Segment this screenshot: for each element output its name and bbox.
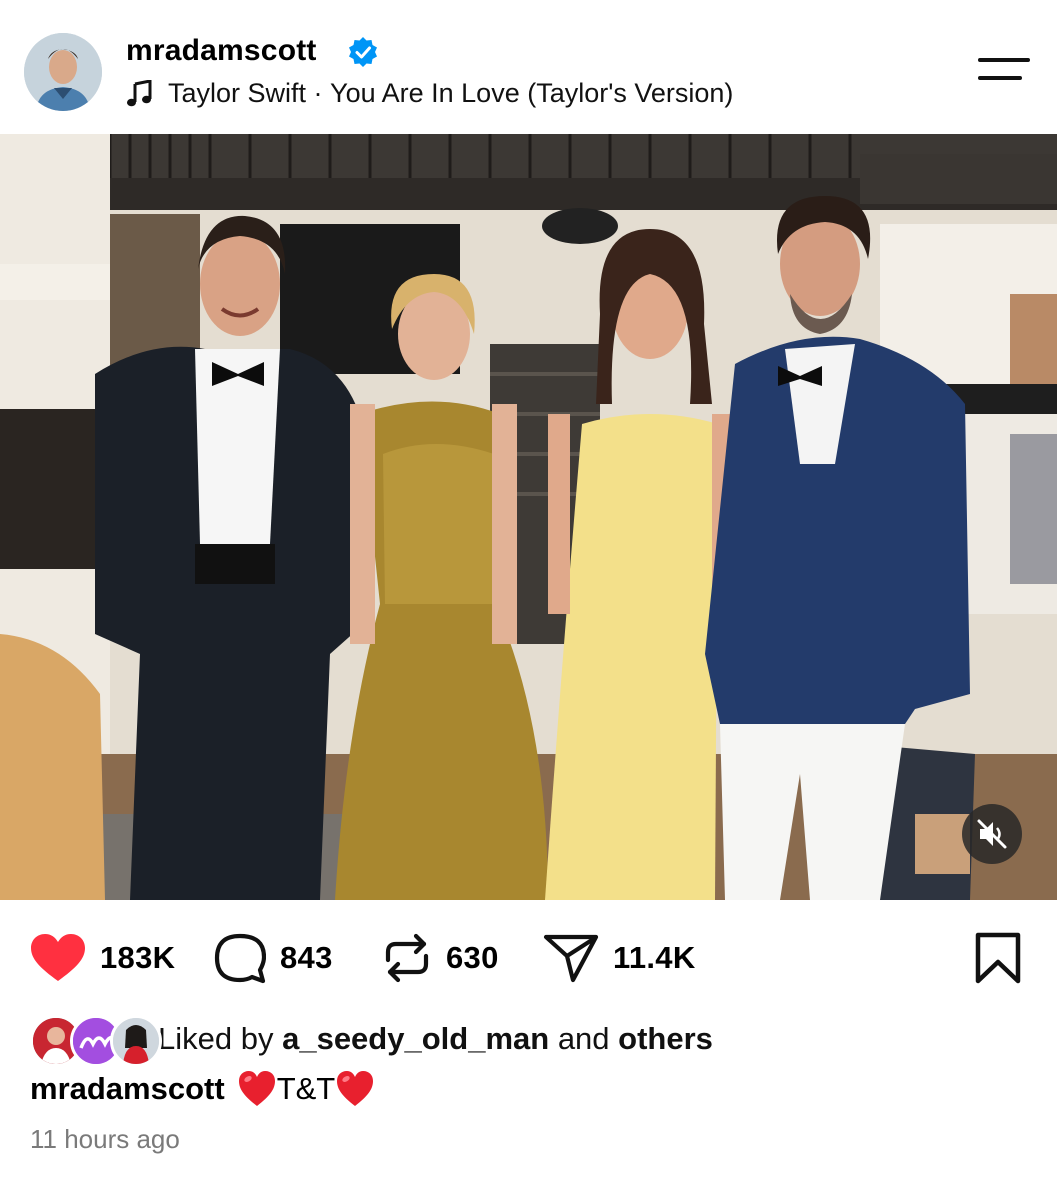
- heart-filled-icon: [31, 934, 85, 981]
- post-timestamp: 11 hours ago: [30, 1124, 180, 1154]
- caption-text: T&T: [276, 1071, 336, 1106]
- liker-avatars: [30, 1014, 162, 1067]
- post-photo[interactable]: [0, 134, 1057, 900]
- post-header: mradamscott Taylor Swift · You Are In Lo…: [0, 0, 1057, 134]
- liked-by-middle: and: [557, 1021, 610, 1056]
- red-heart-emoji-icon: [337, 1071, 374, 1106]
- like-count: 183K: [100, 940, 176, 975]
- username[interactable]: mradamscott: [126, 34, 317, 68]
- share-count: 11.4K: [613, 940, 696, 975]
- liked-by-user[interactable]: a_seedy_old_man: [282, 1021, 549, 1056]
- liker-avatar: [110, 1015, 162, 1067]
- repost-count: 630: [446, 940, 499, 975]
- bookmark-icon[interactable]: [974, 932, 1022, 984]
- muted-speaker-icon: [977, 819, 1007, 849]
- share-button[interactable]: 11.4K: [543, 926, 696, 990]
- repost-icon: [385, 933, 429, 983]
- liked-by-prefix: Liked by: [158, 1021, 274, 1056]
- repost-button[interactable]: 630: [382, 926, 499, 990]
- music-artist: Taylor Swift: [168, 78, 307, 108]
- send-icon: [543, 934, 599, 983]
- like-button[interactable]: 183K: [30, 926, 175, 990]
- music-track: You Are In Love (Taylor's Version): [330, 78, 734, 108]
- comment-count: 843: [280, 940, 333, 975]
- liked-by-others[interactable]: others: [618, 1021, 713, 1056]
- hamburger-menu-icon[interactable]: [975, 52, 1031, 88]
- red-heart-emoji-icon: [238, 1071, 275, 1106]
- music-separator: ·: [306, 78, 331, 108]
- avatar[interactable]: [24, 33, 102, 111]
- comment-button[interactable]: 843: [214, 926, 333, 990]
- liked-by[interactable]: Liked by a_seedy_old_man and others: [30, 1014, 713, 1067]
- comment-bubble-icon: [214, 933, 266, 984]
- verified-badge-icon: [349, 37, 377, 67]
- post-actions: 183K 843 630 11.4K: [0, 926, 1057, 990]
- caption-username[interactable]: mradamscott: [30, 1071, 225, 1107]
- mute-toggle-button[interactable]: [962, 804, 1022, 864]
- music-note-icon: [127, 79, 152, 106]
- music-attribution[interactable]: Taylor Swift · You Are In Love (Taylor's…: [126, 78, 733, 109]
- caption: mradamscott T&T: [30, 1064, 375, 1114]
